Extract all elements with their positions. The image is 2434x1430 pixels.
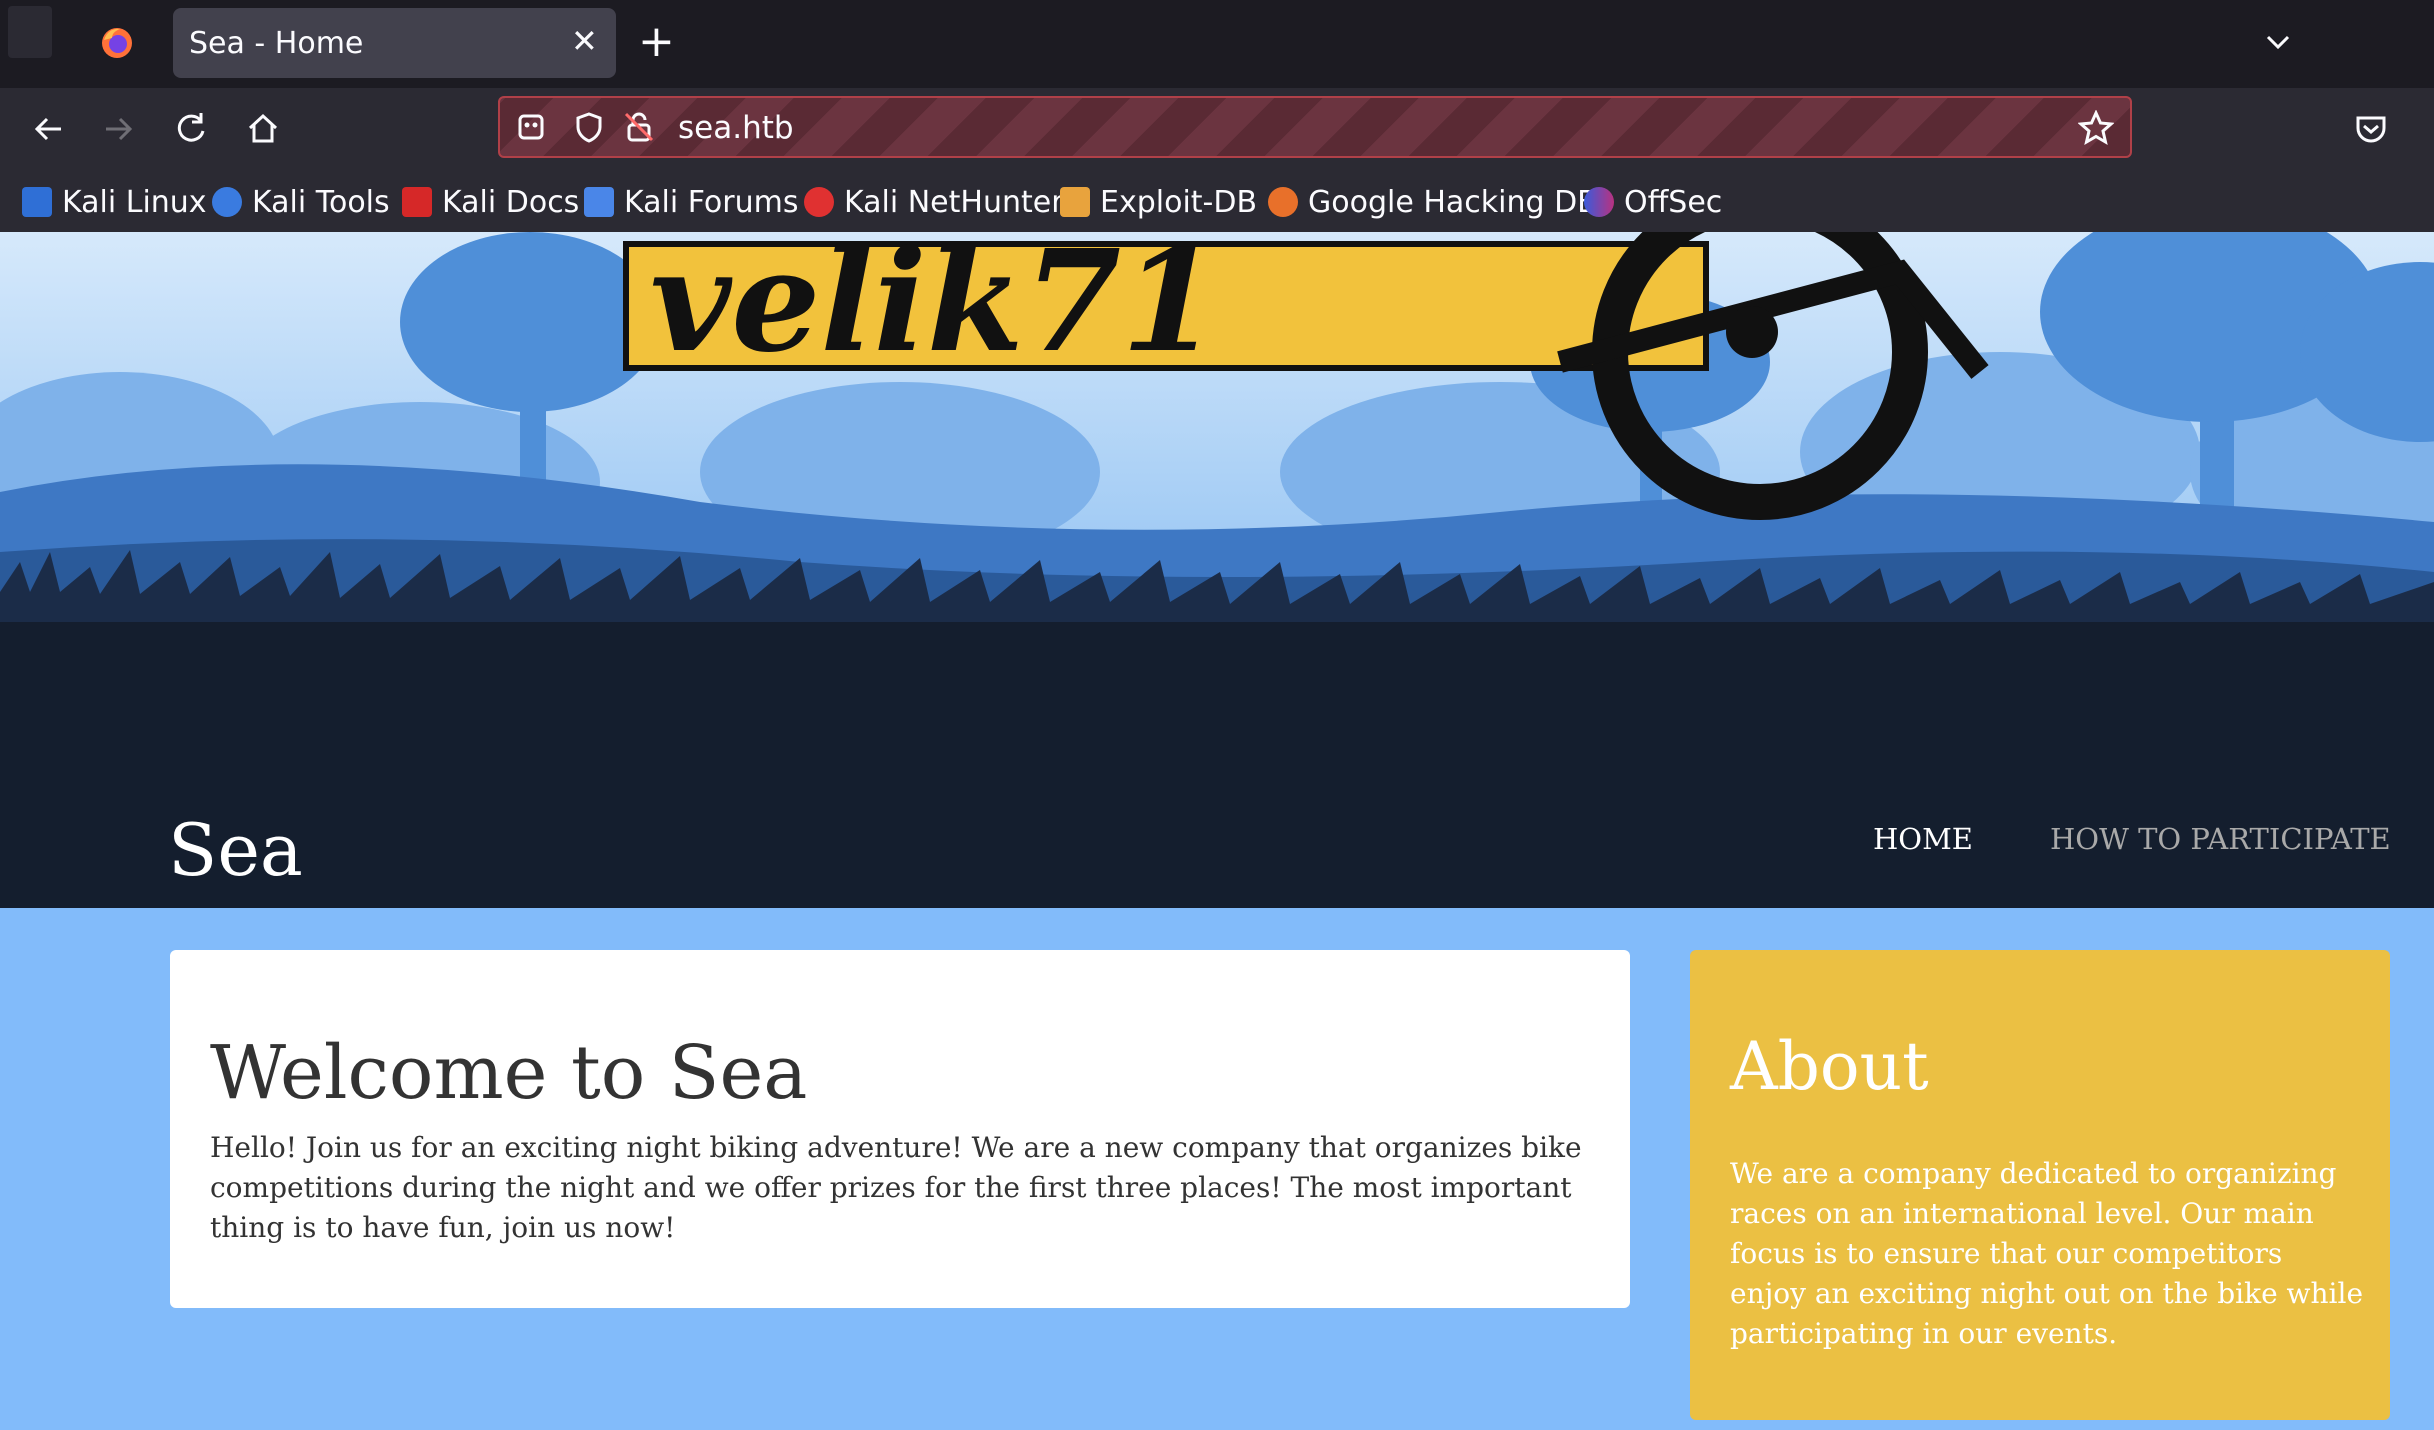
shield-icon[interactable] <box>572 110 606 144</box>
address-bar[interactable]: sea.htb <box>498 96 2132 158</box>
welcome-heading: Welcome to Sea <box>210 1030 808 1116</box>
tab-title: Sea - Home <box>189 26 364 61</box>
star-bookmark-icon[interactable] <box>2078 110 2114 146</box>
close-icon[interactable]: ✕ <box>571 22 598 60</box>
back-arrow-icon[interactable] <box>27 108 69 150</box>
nav-link-how-to-participate[interactable]: HOW TO PARTICIPATE <box>2050 822 2391 856</box>
new-tab-button[interactable]: + <box>638 20 675 64</box>
bookmark-kali-forums[interactable]: Kali Forums <box>584 182 798 222</box>
nethunter-icon <box>804 187 834 217</box>
url-text[interactable]: sea.htb <box>678 110 794 146</box>
insecure-lock-icon[interactable] <box>622 110 656 144</box>
forest-banner-image: velik71 <box>0 232 2434 652</box>
svg-text:velik71: velik71 <box>650 232 1219 384</box>
tab-bar: Sea - Home ✕ + <box>0 0 2434 88</box>
exploit-db-icon <box>1060 187 1090 217</box>
bookmark-kali-tools[interactable]: Kali Tools <box>212 182 390 222</box>
welcome-text: Hello! Join us for an exciting night bik… <box>210 1131 1582 1244</box>
bookmark-offsec[interactable]: OffSec <box>1584 182 1722 222</box>
about-card: About We are a company dedicated to orga… <box>1690 950 2390 1420</box>
about-heading: About <box>1730 1028 1929 1105</box>
nav-link-home[interactable]: HOME <box>1873 822 1973 856</box>
tab-sea-home[interactable]: Sea - Home ✕ <box>173 8 616 78</box>
bookmark-kali-linux[interactable]: Kali Linux <box>22 182 207 222</box>
kali-docs-icon <box>402 187 432 217</box>
kali-tools-icon <box>212 187 242 217</box>
kali-forums-icon <box>584 187 614 217</box>
pocket-icon[interactable] <box>2350 108 2392 150</box>
bookmarks-toolbar: Kali Linux Kali Tools Kali Docs Kali For… <box>0 170 2434 232</box>
bookmark-kali-nethunter[interactable]: Kali NetHunter <box>804 182 1064 222</box>
firefox-icon[interactable] <box>100 26 134 60</box>
offsec-icon <box>1584 187 1614 217</box>
reload-icon[interactable] <box>170 108 212 150</box>
home-icon[interactable] <box>242 108 284 150</box>
welcome-card: Welcome to Sea Hello! Join us for an exc… <box>170 950 1630 1308</box>
bookmark-kali-docs[interactable]: Kali Docs <box>402 182 579 222</box>
chevron-down-icon[interactable] <box>2258 22 2298 62</box>
forward-arrow-icon[interactable] <box>98 108 140 150</box>
robot-icon[interactable] <box>514 110 548 144</box>
site-header: velik71 Sea HOME HOW TO PARTICIPATE <box>0 232 2434 908</box>
sidebar-toggle[interactable] <box>8 6 52 58</box>
bookmark-google-hacking-db[interactable]: Google Hacking DB <box>1268 182 1598 222</box>
about-text: We are a company dedicated to organizing… <box>1730 1157 2364 1350</box>
bookmark-exploit-db[interactable]: Exploit-DB <box>1060 182 1257 222</box>
ghdb-icon <box>1268 187 1298 217</box>
kali-dragon-icon <box>22 187 52 217</box>
web-page: velik71 Sea HOME HOW TO PARTICIPATE Welc… <box>0 232 2434 1430</box>
site-title[interactable]: Sea <box>168 808 303 892</box>
